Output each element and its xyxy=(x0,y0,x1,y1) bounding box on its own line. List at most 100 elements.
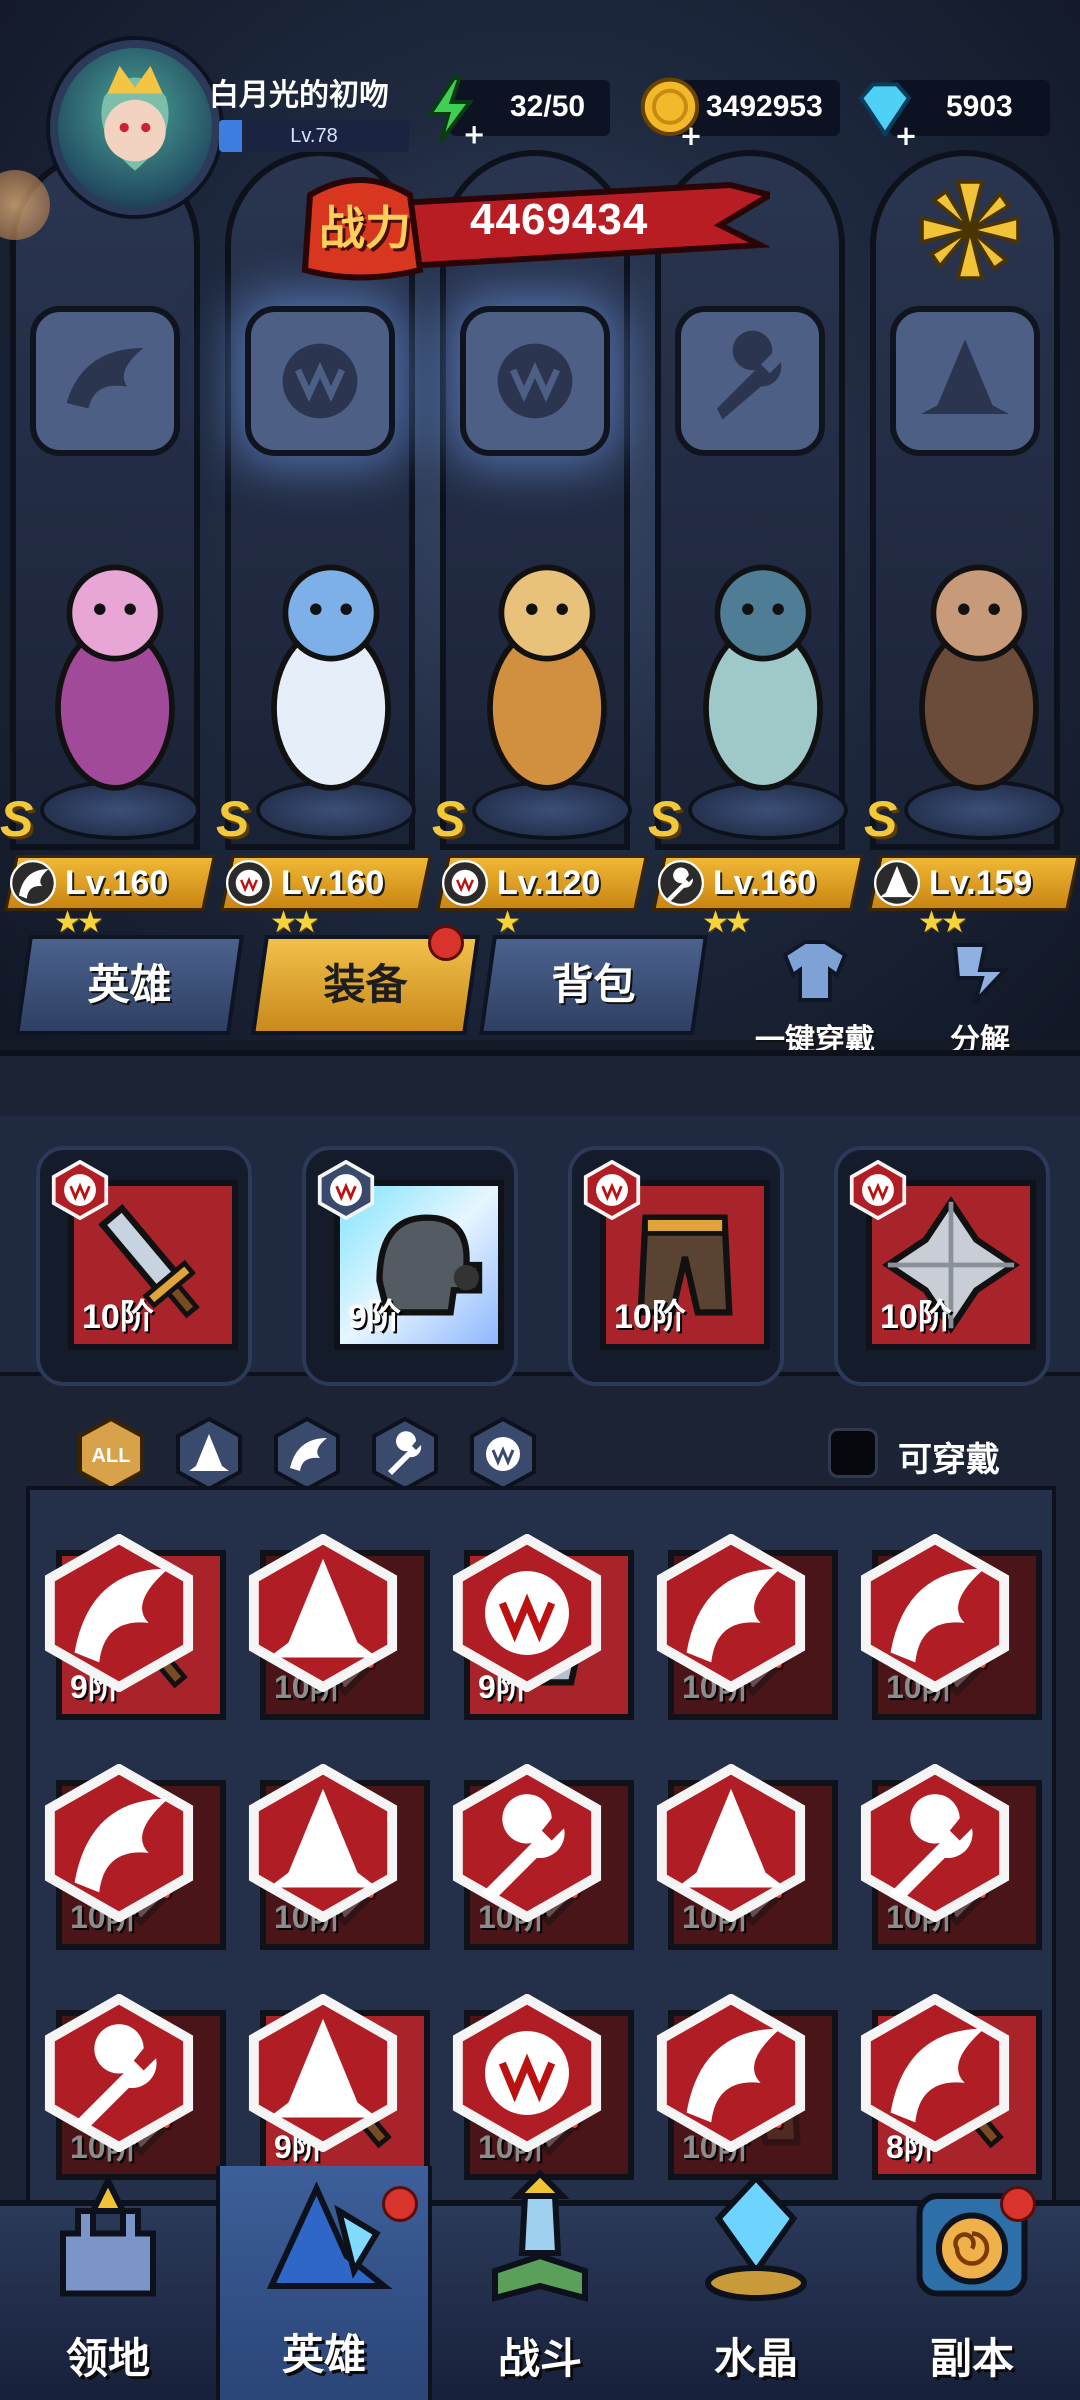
wizard-hat-icon xyxy=(266,2181,393,2289)
fang-icon xyxy=(51,1160,109,1220)
hero-slot[interactable]: S Lv.159 ★★ xyxy=(864,520,1080,940)
fang-crest-icon xyxy=(460,306,610,456)
pinwheel-menu-icon[interactable] xyxy=(910,170,1030,290)
tab-hero-label: 英雄 xyxy=(87,961,172,1008)
hero-slot[interactable]: S Lv.160 ★★ xyxy=(0,520,216,940)
wing-icon xyxy=(44,1534,194,1692)
wing-icon xyxy=(9,859,57,907)
hero-rank: S xyxy=(432,791,466,847)
fang-icon xyxy=(583,1160,641,1220)
wing-crest-icon xyxy=(30,306,180,456)
tab-hero[interactable]: 英雄 xyxy=(14,935,245,1035)
hero-slot[interactable]: S Lv.120 ★ xyxy=(432,520,648,940)
nav-battle[interactable]: 战斗 xyxy=(432,2166,648,2400)
fang-icon xyxy=(849,1160,907,1220)
hero-figure-icon xyxy=(271,564,391,791)
inventory-item[interactable]: 165级穿戴 10阶 xyxy=(656,1764,838,1950)
inventory-item[interactable]: 8阶 xyxy=(860,1994,1042,2180)
inventory-item[interactable]: 165级穿戴 10阶 xyxy=(44,1994,226,2180)
inventory-item[interactable]: 165级穿戴 10阶 xyxy=(248,1534,430,1720)
diamond-value: 5903 xyxy=(946,90,1013,123)
dungeon-notification-dot xyxy=(1000,2186,1036,2222)
item-tier: 10阶 xyxy=(880,1298,952,1336)
filter-hat-chip[interactable] xyxy=(174,1416,244,1492)
wing-icon xyxy=(860,1534,1010,1692)
svg-text:+: + xyxy=(463,120,486,150)
tab-bag[interactable]: 背包 xyxy=(478,935,709,1035)
energy-counter[interactable]: + 32/50 xyxy=(426,76,610,150)
hat-icon xyxy=(248,1994,398,2152)
hero-figure-icon xyxy=(703,564,823,791)
inventory-item[interactable]: 9阶 xyxy=(44,1534,226,1720)
wing-icon xyxy=(656,1994,806,2152)
equipped-slot[interactable]: 10阶 xyxy=(568,1146,784,1386)
inventory-grid: 9阶 165级穿戴 10阶 9阶 165级穿戴 10阶 165级穿戴 10阶 1… xyxy=(26,1486,1056,2236)
fang-icon xyxy=(452,1994,602,2152)
filter-fang-chip[interactable] xyxy=(468,1416,538,1492)
equipped-slot[interactable]: 10阶 xyxy=(36,1146,252,1386)
hat-icon xyxy=(656,1764,806,1922)
hat-icon xyxy=(873,859,921,907)
lightning-plus-icon: + xyxy=(426,76,486,150)
wing-icon xyxy=(860,1994,1010,2152)
top-bar: 白月光的初吻 Lv.78 + 32/50 + 3492953 + 5903 xyxy=(0,40,1080,240)
wearable-checkbox[interactable] xyxy=(828,1428,878,1478)
nav-territory-label: 领地 xyxy=(65,2335,150,2382)
hero-rank: S xyxy=(216,791,250,847)
hero-figure-icon xyxy=(487,564,607,791)
equipment-panel: 10阶 9阶 10阶 10阶 ALL 可穿戴 9阶 10阶 9阶 10阶 10阶… xyxy=(0,1050,1080,2236)
wing-icon xyxy=(44,1764,194,1922)
gold-counter[interactable]: + 3492953 xyxy=(640,77,840,150)
filter-all-chip[interactable]: ALL xyxy=(76,1416,146,1492)
filter-wrench-chip[interactable] xyxy=(370,1416,440,1492)
inventory-item[interactable]: 165级穿戴 10阶 xyxy=(452,1994,634,2180)
item-tier: 9阶 xyxy=(348,1298,401,1336)
nav-crystal[interactable]: 水晶 xyxy=(648,2166,864,2400)
nav-dungeon-label: 副本 xyxy=(929,2335,1014,2382)
item-tier: 10阶 xyxy=(614,1298,686,1336)
combat-power-banner: 战力 4469434 xyxy=(300,175,770,285)
nav-heroes-label: 英雄 xyxy=(281,2331,366,2378)
inventory-item[interactable]: 165级穿戴 10阶 xyxy=(860,1534,1042,1720)
fang-icon xyxy=(317,1160,375,1220)
inventory-item[interactable]: 9阶 xyxy=(452,1534,634,1720)
inventory-item[interactable]: 165级穿戴 10阶 xyxy=(860,1764,1042,1950)
hero-slot[interactable]: S Lv.160 ★★ xyxy=(648,520,864,940)
hat-icon xyxy=(248,1764,398,1922)
armor-icon xyxy=(782,940,848,1002)
inventory-item[interactable]: 165级穿戴 10阶 xyxy=(44,1764,226,1950)
wrench-icon xyxy=(44,1994,194,2152)
item-tier: 10阶 xyxy=(82,1298,154,1336)
inventory-item[interactable]: 165级穿戴 10阶 xyxy=(656,1534,838,1720)
fang-icon xyxy=(441,859,489,907)
inventory-item[interactable]: 165级穿戴 10阶 xyxy=(656,1994,838,2180)
dismantle-button[interactable]: 分解 xyxy=(905,930,1055,1057)
crystal-icon xyxy=(705,2173,807,2301)
dismantle-icon xyxy=(952,943,1010,1004)
filter-wing-chip[interactable] xyxy=(272,1416,342,1492)
diamond-counter[interactable]: + 5903 xyxy=(858,80,1050,150)
hero-rank: S xyxy=(864,791,898,847)
diamond-plus-icon: + xyxy=(858,82,917,150)
gold-coin-plus-icon: + xyxy=(640,77,703,150)
inventory-item[interactable]: 165级穿戴 10阶 xyxy=(452,1764,634,1950)
hero-rank: S xyxy=(648,791,682,847)
filter-row: ALL 可穿戴 xyxy=(0,1396,1080,1496)
fang-icon xyxy=(225,859,273,907)
inventory-item[interactable]: 9阶 xyxy=(248,1994,430,2180)
filter-all-label: ALL xyxy=(92,1445,131,1467)
nav-crystal-label: 水晶 xyxy=(713,2335,798,2382)
equipped-slots: 10阶 9阶 10阶 10阶 xyxy=(0,1116,1080,1386)
energy-value: 32/50 xyxy=(510,90,586,123)
svg-text:+: + xyxy=(680,121,703,150)
nav-territory[interactable]: 领地 xyxy=(0,2166,216,2400)
hero-slot[interactable]: S Lv.160 ★★ xyxy=(216,520,432,940)
fang-crest-icon xyxy=(245,306,395,456)
nav-dungeon[interactable]: 副本 xyxy=(864,2166,1080,2400)
inventory-item[interactable]: 165级穿戴 10阶 xyxy=(248,1764,430,1950)
hero-rank: S xyxy=(0,791,34,847)
equipped-slot[interactable]: 9阶 xyxy=(302,1146,518,1386)
wrench-icon xyxy=(657,859,705,907)
equip-all-button[interactable]: 一键穿戴 xyxy=(740,930,890,1057)
equipped-slot[interactable]: 10阶 xyxy=(834,1146,1050,1386)
